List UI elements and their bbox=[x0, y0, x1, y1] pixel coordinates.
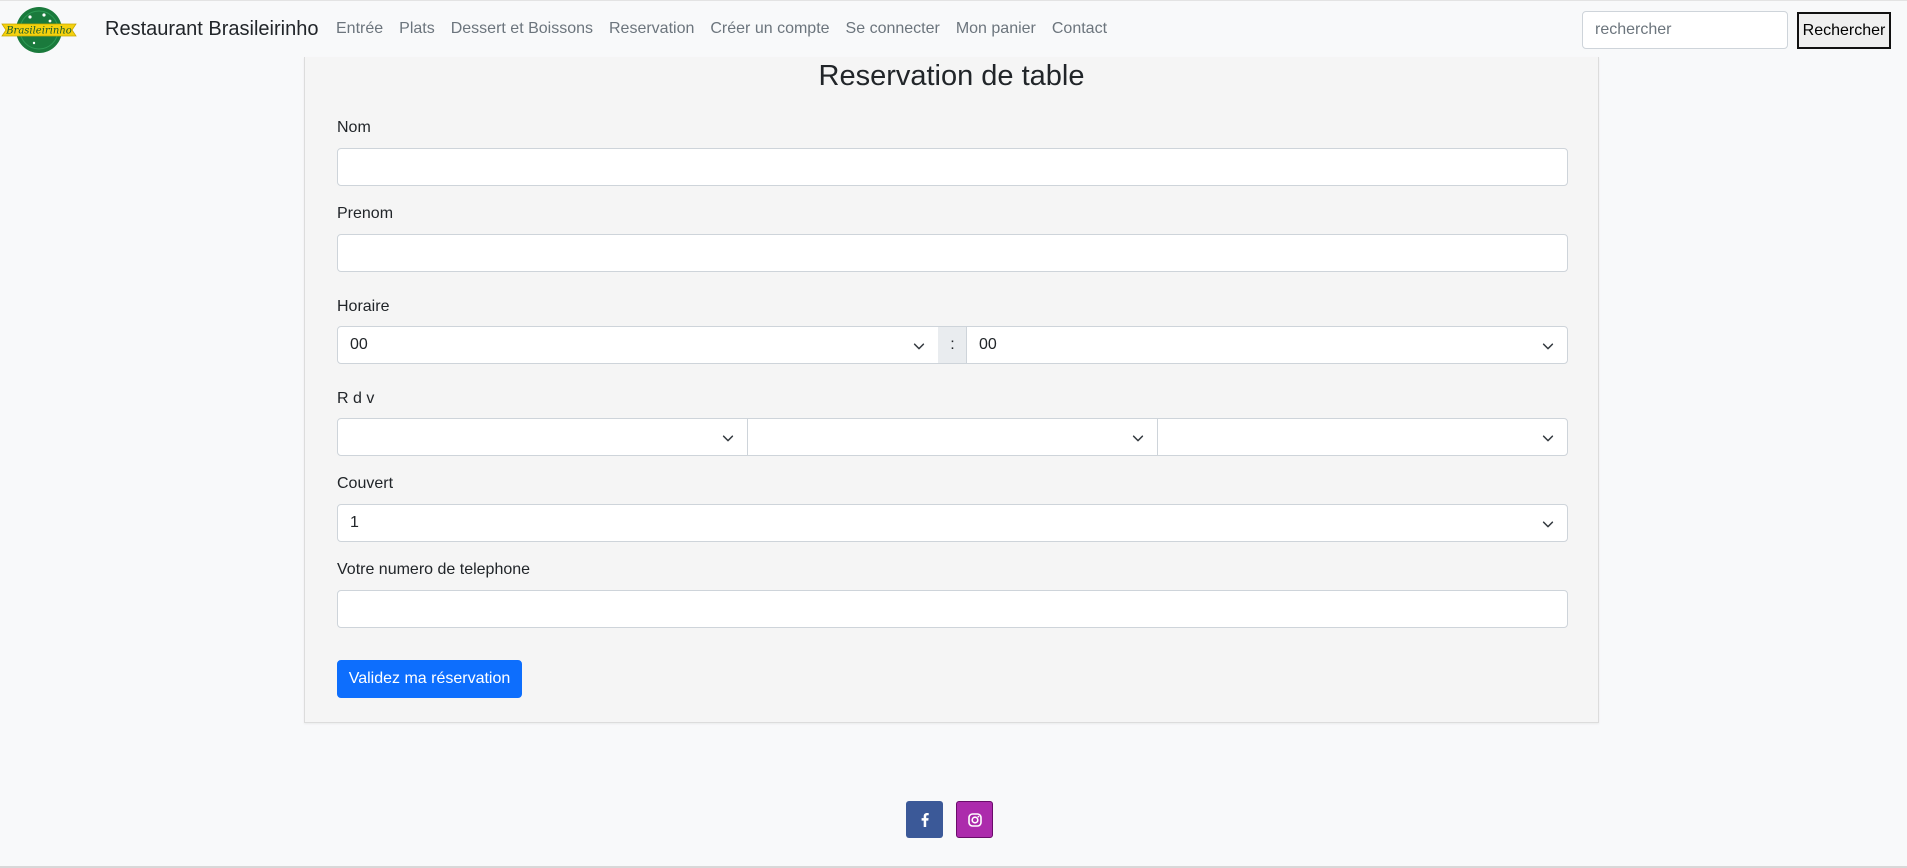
restaurant-logo[interactable]: Brasileirinho bbox=[0, 5, 78, 55]
phone-input[interactable] bbox=[337, 590, 1568, 628]
rdv-day-select[interactable] bbox=[337, 418, 748, 456]
facebook-button[interactable] bbox=[906, 801, 943, 838]
hour-value: 00 bbox=[350, 336, 368, 353]
chevron-down-icon bbox=[1542, 521, 1554, 528]
nav-link-mon-panier[interactable]: Mon panier bbox=[956, 20, 1036, 38]
svg-text:Brasileirinho: Brasileirinho bbox=[5, 26, 72, 37]
instagram-icon bbox=[967, 812, 982, 827]
couvert-select[interactable]: 1 bbox=[337, 504, 1568, 542]
nom-input[interactable] bbox=[337, 148, 1568, 186]
nav-links: Entrée Plats Dessert et Boissons Reserva… bbox=[336, 20, 1123, 38]
nav-link-se-connecter[interactable]: Se connecter bbox=[846, 20, 940, 38]
minute-select[interactable]: 00 bbox=[966, 326, 1568, 364]
rdv-month-select[interactable] bbox=[747, 418, 1158, 456]
chevron-down-icon bbox=[1542, 435, 1554, 442]
chevron-down-icon bbox=[722, 435, 734, 442]
submit-reservation-button[interactable]: Validez ma réservation bbox=[337, 660, 522, 698]
horaire-label: Horaire bbox=[337, 298, 390, 315]
nav-link-entree[interactable]: Entrée bbox=[336, 20, 383, 38]
rdv-label: R d v bbox=[337, 390, 375, 407]
search-input[interactable] bbox=[1582, 11, 1788, 49]
brand-name[interactable]: Restaurant Brasileirinho bbox=[105, 18, 318, 41]
couvert-value: 1 bbox=[350, 514, 359, 531]
prenom-input[interactable] bbox=[337, 234, 1568, 272]
nav-link-plats[interactable]: Plats bbox=[399, 20, 435, 38]
nav-link-dessert-boissons[interactable]: Dessert et Boissons bbox=[451, 20, 593, 38]
chevron-down-icon bbox=[1132, 435, 1144, 442]
facebook-icon bbox=[921, 812, 929, 827]
rdv-year-select[interactable] bbox=[1157, 418, 1568, 456]
minute-value: 00 bbox=[979, 336, 997, 353]
prenom-label: Prenom bbox=[337, 205, 394, 222]
chevron-down-icon bbox=[913, 343, 925, 350]
couvert-label: Couvert bbox=[337, 475, 394, 492]
page-title: Reservation de table bbox=[818, 60, 1085, 92]
navbar: Brasileirinho Restaurant Brasileirinho E… bbox=[0, 0, 1907, 57]
instagram-button[interactable] bbox=[956, 801, 993, 838]
phone-label: Votre numero de telephone bbox=[337, 561, 531, 578]
nav-link-creer-compte[interactable]: Créer un compte bbox=[710, 20, 829, 38]
reservation-card: Reservation de table Nom Prenom Horaire … bbox=[304, 57, 1599, 723]
nav-link-contact[interactable]: Contact bbox=[1052, 20, 1107, 38]
search-button[interactable]: Rechercher bbox=[1797, 12, 1891, 49]
nom-label: Nom bbox=[337, 119, 371, 136]
time-separator: : bbox=[938, 326, 967, 364]
chevron-down-icon bbox=[1542, 343, 1554, 350]
nav-link-reservation[interactable]: Reservation bbox=[609, 20, 694, 38]
hour-select[interactable]: 00 bbox=[337, 326, 939, 364]
